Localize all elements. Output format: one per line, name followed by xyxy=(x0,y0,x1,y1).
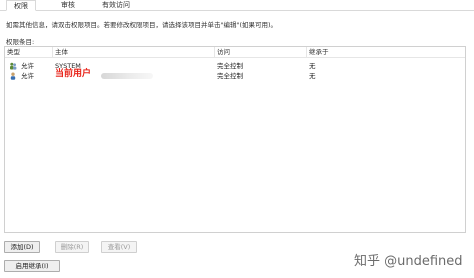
add-button[interactable]: 添加(D) xyxy=(4,241,40,253)
row-access: 完全控制 xyxy=(217,72,243,80)
tab-bar: 权限 审核 有效访问 xyxy=(0,0,474,11)
table-row[interactable]: 允许 当前用户 完全控制 无 xyxy=(5,69,465,81)
view-button[interactable]: 查看(V) xyxy=(101,241,137,253)
list-header: 类型 主体 访问 继承于 xyxy=(5,47,465,58)
delete-button[interactable]: 删除(R) xyxy=(55,241,89,253)
column-header-access[interactable]: 访问 xyxy=(215,47,307,58)
row-type: 允许 xyxy=(21,62,34,70)
column-header-type[interactable]: 类型 xyxy=(5,47,53,58)
row-principal-current-user: 当前用户 xyxy=(55,69,92,79)
column-header-inherited-from[interactable]: 继承于 xyxy=(307,47,467,58)
row-inherited-from: 无 xyxy=(309,72,316,80)
enable-inheritance-button[interactable]: 启用继承(I) xyxy=(4,260,60,272)
users-icon xyxy=(10,62,17,70)
row-type: 允许 xyxy=(21,72,34,80)
row-inherited-from: 无 xyxy=(309,62,316,70)
user-icon xyxy=(10,72,16,80)
permission-entries-label: 权限条目: xyxy=(6,38,35,46)
info-text: 如需其他信息，请双击权限项目。若要修改权限项目，请选择该项目并单击"编辑"(如果… xyxy=(6,21,278,29)
blurred-username xyxy=(101,73,153,79)
column-header-principal[interactable]: 主体 xyxy=(53,47,215,58)
tab-effective-access[interactable]: 有效访问 xyxy=(96,0,136,11)
permission-entries-list[interactable]: 类型 主体 访问 继承于 允许 SYSTEM 完全控制 无 允许 当前用户 完全… xyxy=(4,46,466,233)
row-access: 完全控制 xyxy=(217,62,243,70)
tab-auditing[interactable]: 审核 xyxy=(56,0,80,11)
tab-permissions[interactable]: 权限 xyxy=(6,0,36,11)
watermark: 知乎 @undefined xyxy=(354,254,463,269)
